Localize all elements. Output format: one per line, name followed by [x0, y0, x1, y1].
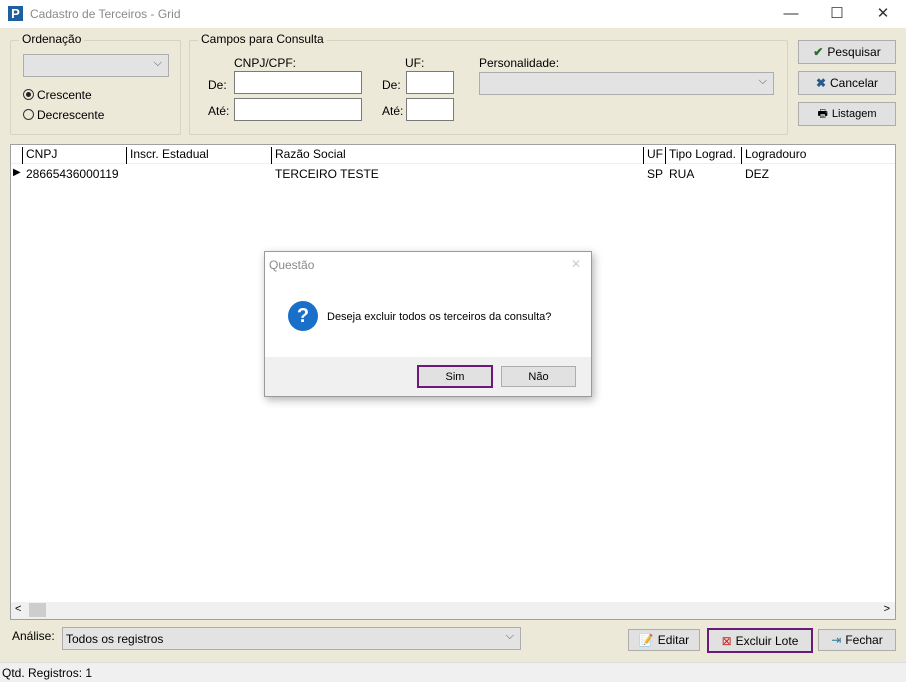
checkmark-icon: ✔	[813, 45, 824, 59]
cnpj-de-label: De:	[208, 78, 227, 92]
column-header[interactable]: CNPJ	[22, 147, 126, 164]
row-pointer-icon: ▶	[13, 167, 21, 178]
radio-label: Decrescente	[37, 108, 105, 122]
ordenacao-label: Ordenação	[19, 32, 85, 46]
app-icon: P	[8, 6, 23, 21]
question-dialog: Questão ✕ ? Deseja excluir todos os terc…	[264, 251, 592, 397]
radio-checked-icon	[23, 89, 34, 100]
sim-button[interactable]: Sim	[417, 365, 493, 388]
cell-cnpj: 28665436000119	[23, 167, 119, 181]
listagem-button[interactable]: 🖶 Listagem	[798, 102, 896, 126]
cell-uf: SP	[644, 167, 664, 181]
cnpj-de-input[interactable]	[234, 71, 362, 94]
button-label: Fechar	[845, 633, 883, 647]
analise-value: Todos os registros	[66, 632, 164, 646]
chevron-down-icon: ⌵	[153, 57, 162, 69]
ordenacao-group: Ordenação ⌵ Crescente Decrescente	[10, 32, 181, 135]
cnpj-label: CNPJ/CPF:	[234, 56, 297, 70]
uf-de-label: De:	[382, 78, 401, 92]
button-label: Cancelar	[830, 76, 879, 90]
consulta-group: Campos para Consulta CNPJ/CPF: UF: Perso…	[189, 32, 788, 135]
nao-button[interactable]: Não	[501, 366, 576, 387]
cnpj-ate-input[interactable]	[234, 98, 362, 121]
dialog-body: Questão ✕ ? Deseja excluir todos os terc…	[265, 252, 591, 357]
column-header[interactable]: Razão Social	[271, 147, 643, 164]
dialog-title: Questão	[269, 258, 315, 272]
window-title: Cadastro de Terceiros - Grid	[30, 7, 181, 21]
grid-header: CNPJ Inscr. Estadual Razão Social UF Tip…	[11, 145, 895, 164]
column-header[interactable]: Logradouro	[741, 147, 895, 164]
pesquisar-button[interactable]: ✔ Pesquisar	[798, 40, 896, 64]
analise-label: Análise:	[12, 629, 55, 643]
personalidade-combo[interactable]: ⌵	[479, 72, 774, 95]
fechar-button[interactable]: ⇥ Fechar	[818, 629, 896, 651]
exit-door-icon: ⇥	[831, 633, 842, 647]
dialog-close-button[interactable]: ✕	[571, 257, 581, 271]
minimize-button[interactable]: —	[768, 2, 814, 26]
cell-tipo: RUA	[666, 167, 695, 181]
edit-document-icon: 📝	[638, 633, 654, 647]
chevron-down-icon: ⌵	[505, 630, 514, 642]
button-label: Excluir Lote	[735, 633, 799, 648]
question-icon: ?	[288, 301, 318, 331]
status-bar: Qtd. Registros: 1	[0, 662, 906, 682]
consulta-label: Campos para Consulta	[198, 32, 327, 46]
button-label: Editar	[657, 633, 690, 647]
close-button[interactable]: ✕	[860, 2, 906, 26]
record-count: Qtd. Registros: 1	[2, 666, 93, 680]
cell-razao: TERCEIRO TESTE	[272, 167, 379, 181]
uf-ate-input[interactable]	[406, 98, 454, 121]
scroll-left-icon[interactable]: <	[15, 603, 21, 615]
personalidade-label: Personalidade:	[479, 56, 560, 70]
scroll-right-icon[interactable]: >	[884, 603, 890, 615]
button-label: Listagem	[831, 108, 877, 120]
radio-label: Crescente	[37, 88, 92, 102]
cancelar-button[interactable]: ✖ Cancelar	[798, 71, 896, 95]
radio-decrescente[interactable]: Decrescente	[23, 108, 104, 122]
x-icon: ✖	[815, 76, 827, 90]
column-header[interactable]: Inscr. Estadual	[126, 147, 271, 164]
dialog-message: Deseja excluir todos os terceiros da con…	[327, 311, 552, 323]
excluir-lote-button[interactable]: ⊠ Excluir Lote	[707, 628, 813, 653]
scroll-thumb[interactable]	[29, 603, 46, 617]
column-header[interactable]: UF	[643, 147, 665, 164]
column-header[interactable]: Tipo Lograd.	[665, 147, 741, 164]
analise-combo[interactable]: Todos os registros ⌵	[62, 627, 521, 650]
title-bar: P Cadastro de Terceiros - Grid — ☐ ✕	[0, 0, 906, 28]
ordenacao-combo[interactable]: ⌵	[23, 54, 169, 77]
button-label: Pesquisar	[827, 45, 881, 59]
editar-button[interactable]: 📝 Editar	[628, 629, 700, 651]
chevron-down-icon: ⌵	[758, 75, 767, 87]
printer-icon: 🖶	[817, 107, 828, 120]
uf-de-input[interactable]	[406, 71, 454, 94]
radio-crescente[interactable]: Crescente	[23, 88, 92, 102]
cnpj-ate-label: Até:	[208, 104, 230, 118]
maximize-button[interactable]: ☐	[814, 2, 860, 26]
horizontal-scrollbar[interactable]: < >	[11, 602, 895, 619]
uf-label: UF:	[405, 56, 425, 70]
cell-logradouro: DEZ	[742, 167, 769, 181]
radio-unchecked-icon	[23, 109, 34, 120]
delete-grid-icon: ⊠	[721, 633, 732, 648]
uf-ate-label: Até:	[382, 104, 404, 118]
